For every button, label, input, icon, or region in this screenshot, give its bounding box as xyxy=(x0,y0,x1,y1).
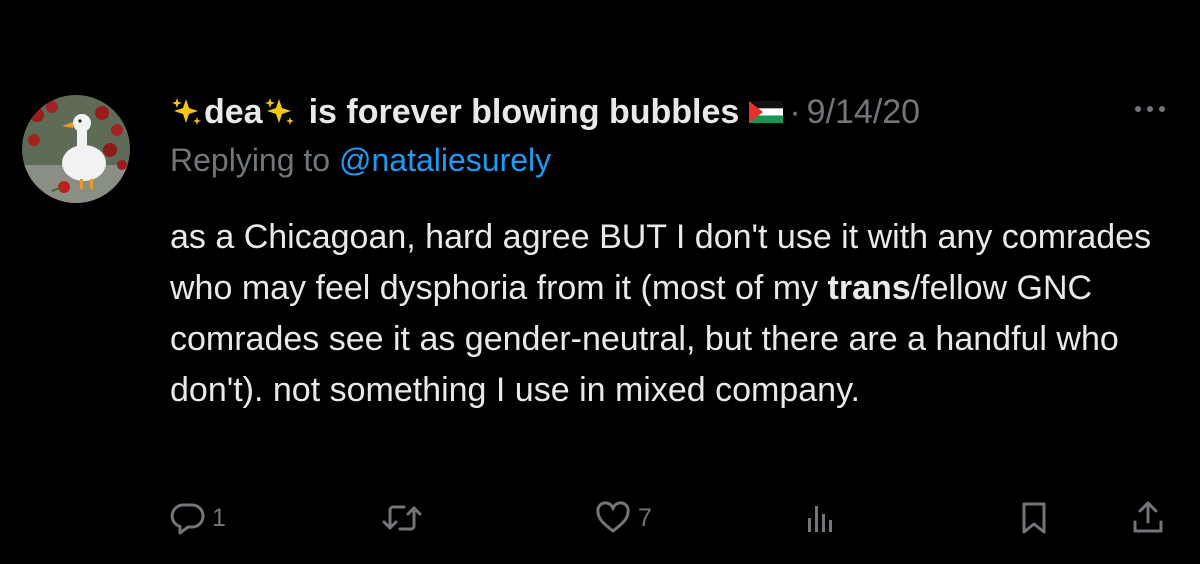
replying-to-line: Replying to @nataliesurely xyxy=(170,142,551,179)
more-icon[interactable] xyxy=(1130,94,1170,124)
palestine-flag-icon xyxy=(749,101,784,123)
bookmark-button[interactable] xyxy=(1016,496,1052,540)
reply-count: 1 xyxy=(212,503,226,532)
speech-bubble-icon xyxy=(170,503,205,535)
display-name[interactable]: dea is forever blowing bubbles xyxy=(170,92,784,132)
tweet-header: dea is forever blowing bubbles · 9/14/20 xyxy=(170,90,920,134)
separator-dot: · xyxy=(789,92,801,131)
retweet-button[interactable] xyxy=(380,496,424,540)
reply-handle-link[interactable]: @nataliesurely xyxy=(339,142,551,178)
sparkles-icon xyxy=(172,98,201,125)
share-button[interactable] xyxy=(1130,496,1166,540)
goose-avatar-image xyxy=(22,95,130,203)
avatar[interactable] xyxy=(22,95,130,203)
replying-to-label: Replying to xyxy=(170,142,339,178)
like-count: 7 xyxy=(638,503,652,532)
action-bar: 1 7 xyxy=(170,496,1170,540)
reply-button[interactable]: 1 xyxy=(170,496,226,540)
display-name-part2: is forever blowing bubbles xyxy=(308,92,740,131)
tweet-date[interactable]: 9/14/20 xyxy=(807,93,920,132)
heart-icon xyxy=(596,501,630,533)
tweet-text-bold: trans xyxy=(827,269,911,307)
bookmark-icon xyxy=(1022,502,1046,534)
tweet-text: as a Chicagoan, hard agree BUT I don't u… xyxy=(170,212,1170,416)
retweet-icon xyxy=(382,505,422,531)
share-icon xyxy=(1133,501,1163,533)
display-name-part1: dea xyxy=(204,92,263,131)
views-button[interactable] xyxy=(802,496,838,540)
sparkles-icon xyxy=(264,98,294,125)
like-button[interactable]: 7 xyxy=(594,496,652,540)
bar-chart-icon xyxy=(808,506,832,532)
